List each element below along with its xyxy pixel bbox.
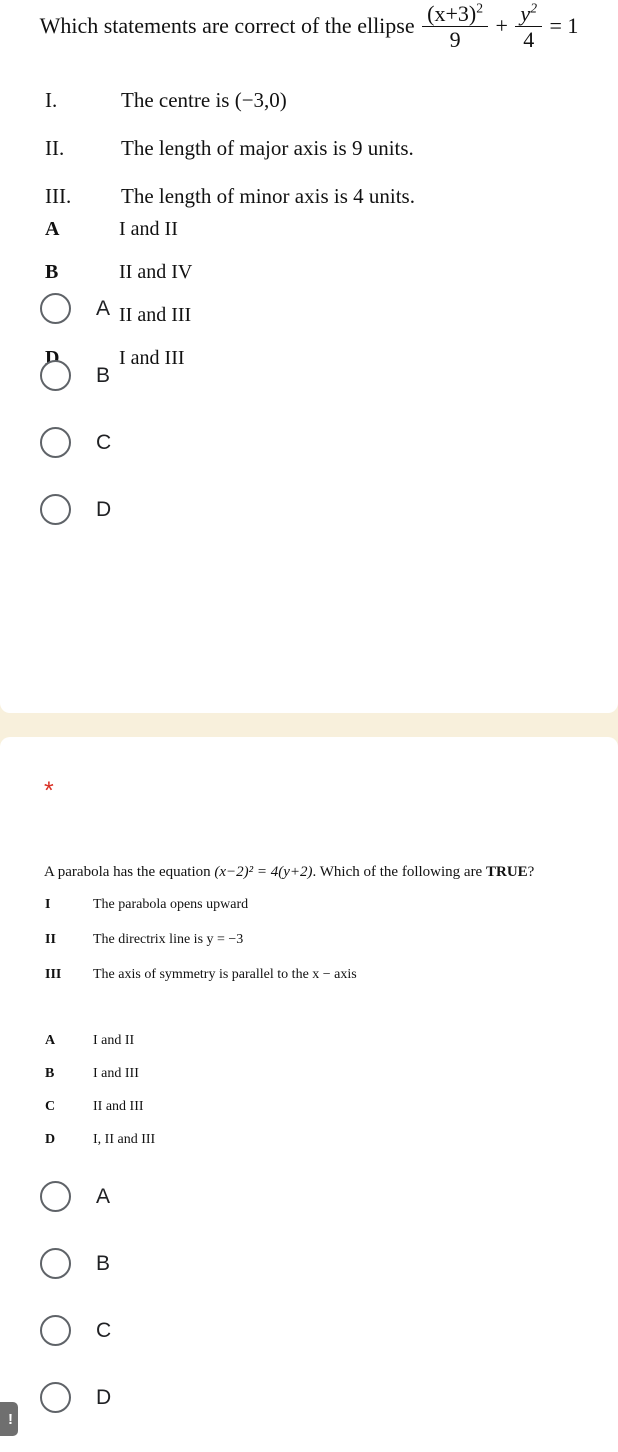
question-2-printed-options: A I and II B I and III C II and III D I,… xyxy=(0,1033,618,1165)
question-2-statements: I The parabola opens upward II The direc… xyxy=(0,897,618,1002)
term-2-numerator: y2 xyxy=(515,0,542,28)
printed-option-value: I and III xyxy=(93,1066,139,1081)
question-1-equation-operator: + xyxy=(495,13,508,39)
statement-text: The length of major axis is 9 units. xyxy=(121,136,414,160)
question-2-equation: (x−2)² = 4(y+2) xyxy=(214,864,313,880)
statement-number: I xyxy=(45,897,51,912)
printed-option-key: A xyxy=(45,1033,56,1048)
radio-option-d[interactable]: D xyxy=(0,1364,618,1431)
statement-row: I The parabola opens upward xyxy=(0,897,618,913)
printed-option-row: B I and III xyxy=(0,1066,618,1082)
statement-number: III. xyxy=(45,184,72,208)
term-2-exponent: 2 xyxy=(530,0,537,16)
statement-number: III xyxy=(45,967,62,982)
printed-option-row: A I and II xyxy=(0,1033,618,1049)
question-card-1: Which statements are correct of the elli… xyxy=(0,0,618,713)
statement-text: The axis of symmetry is parallel to the … xyxy=(93,967,357,982)
question-2-stem: A parabola has the equation (x−2)² = 4(y… xyxy=(44,863,534,881)
statement-number: II. xyxy=(45,136,65,160)
question-2-stem-after: . Which of the following are xyxy=(312,864,486,880)
question-2-radio-group[interactable]: A B C D xyxy=(0,1163,618,1431)
radio-circle-icon[interactable] xyxy=(40,1315,71,1346)
question-card-2: * A parabola has the equation (x−2)² = 4… xyxy=(0,737,618,1452)
radio-option-d[interactable]: D xyxy=(0,476,618,543)
radio-option-label: D xyxy=(96,1386,112,1409)
radio-option-c[interactable]: C xyxy=(0,1297,618,1364)
question-1-stem: Which statements are correct of the elli… xyxy=(0,0,618,53)
printed-option-key: A xyxy=(45,218,60,240)
question-1-radio-group[interactable]: A B C D xyxy=(0,275,618,543)
statement-text: The centre is (−3,0) xyxy=(121,88,287,112)
radio-option-c[interactable]: C xyxy=(0,409,618,476)
printed-option-row: C II and III xyxy=(0,1099,618,1115)
feedback-tab-button[interactable]: ! xyxy=(0,1402,18,1436)
radio-circle-icon[interactable] xyxy=(40,1248,71,1279)
printed-option-row: A I and II xyxy=(0,218,618,241)
question-1-equation-term-1: (x+3)2 9 xyxy=(422,0,488,53)
statement-row: III The axis of symmetry is parallel to … xyxy=(0,967,618,983)
printed-option-key: C xyxy=(45,1099,56,1114)
printed-option-key: D xyxy=(45,1132,56,1147)
radio-option-label: C xyxy=(96,1319,112,1342)
radio-option-label: C xyxy=(96,431,112,454)
term-1-denominator: 9 xyxy=(449,27,461,53)
statement-row: II The directrix line is y = −3 xyxy=(0,932,618,948)
printed-option-value: II and III xyxy=(93,1099,144,1114)
radio-circle-icon[interactable] xyxy=(40,1382,71,1413)
printed-option-value: I, II and III xyxy=(93,1132,156,1147)
radio-circle-icon[interactable] xyxy=(40,494,71,525)
radio-option-label: A xyxy=(96,297,111,320)
statement-number: II xyxy=(45,932,56,947)
statement-number: I. xyxy=(45,88,58,112)
question-2-stem-emphasis: TRUE xyxy=(485,864,528,880)
radio-option-a[interactable]: A xyxy=(0,1163,618,1230)
radio-option-a[interactable]: A xyxy=(0,275,618,342)
question-1-equation-equals: = 1 xyxy=(549,13,579,39)
exclamation-icon: ! xyxy=(8,1410,13,1428)
statement-row: III. The length of minor axis is 4 units… xyxy=(0,184,618,209)
question-1-equation-term-2: y2 4 xyxy=(515,0,542,53)
radio-circle-icon[interactable] xyxy=(40,427,71,458)
statement-row: II. The length of major axis is 9 units. xyxy=(0,136,618,161)
radio-option-label: D xyxy=(96,498,112,521)
radio-option-label: A xyxy=(96,1185,111,1208)
required-asterisk: * xyxy=(44,777,54,805)
term-2-denominator: 4 xyxy=(523,27,535,53)
radio-option-b[interactable]: B xyxy=(0,1230,618,1297)
term-1-exponent: 2 xyxy=(476,0,483,16)
radio-option-label: B xyxy=(96,1252,111,1275)
radio-circle-icon[interactable] xyxy=(40,293,71,324)
form-page: Which statements are correct of the elli… xyxy=(0,0,618,1452)
printed-option-key: B xyxy=(45,1066,55,1081)
statement-text: The directrix line is y = −3 xyxy=(93,932,244,947)
printed-option-value: I and II xyxy=(119,218,178,240)
statement-text: The length of minor axis is 4 units. xyxy=(121,184,415,208)
printed-option-row: D I, II and III xyxy=(0,1132,618,1148)
printed-option-value: I and II xyxy=(93,1033,135,1048)
radio-circle-icon[interactable] xyxy=(40,1181,71,1212)
question-2-stem-end: ? xyxy=(527,864,535,880)
question-1-stem-lead: Which statements are correct of the elli… xyxy=(39,13,415,39)
question-1-statements: I. The centre is (−3,0) II. The length o… xyxy=(0,88,618,232)
question-2-stem-before: A parabola has the equation xyxy=(44,864,215,880)
radio-option-label: B xyxy=(96,364,111,387)
radio-circle-icon[interactable] xyxy=(40,360,71,391)
term-1-numerator: (x+3)2 xyxy=(422,0,488,28)
statement-text: The parabola opens upward xyxy=(93,897,249,912)
radio-option-b[interactable]: B xyxy=(0,342,618,409)
statement-row: I. The centre is (−3,0) xyxy=(0,88,618,113)
